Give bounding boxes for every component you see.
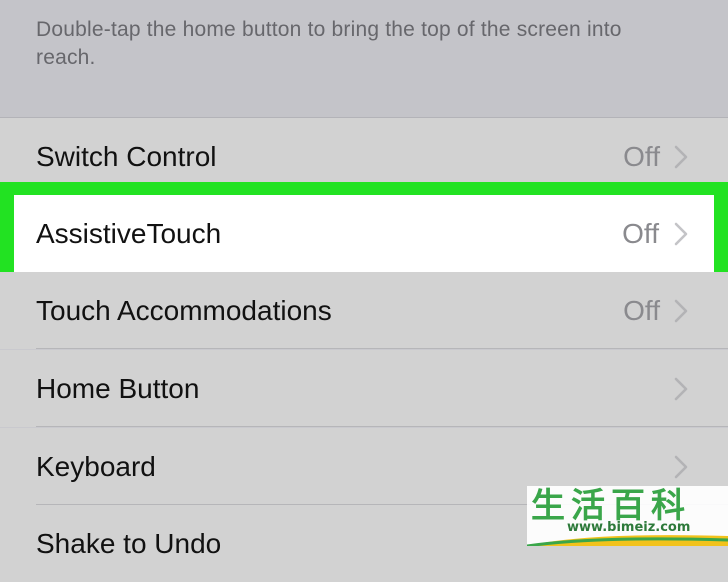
row-divider bbox=[36, 426, 728, 427]
settings-row-label: Shake to Undo bbox=[36, 528, 222, 559]
reachability-footer-text: Double-tap the home button to bring the … bbox=[36, 18, 622, 69]
watermark-swoosh-icon bbox=[527, 535, 728, 546]
chevron-right-icon bbox=[674, 145, 688, 169]
chevron-right-icon bbox=[674, 222, 688, 246]
reachability-footer: Double-tap the home button to bring the … bbox=[0, 0, 728, 118]
watermark-logo: 生活百科 www.bimeiz.com bbox=[527, 486, 728, 546]
settings-row-touch-accommodations[interactable]: Touch Accommodations Off bbox=[0, 272, 728, 349]
chevron-right-icon bbox=[674, 299, 688, 323]
settings-row-home-button[interactable]: Home Button bbox=[0, 350, 728, 427]
settings-row-label: Touch Accommodations bbox=[36, 295, 332, 326]
chevron-right-icon bbox=[674, 377, 688, 401]
settings-row-value: Off bbox=[623, 295, 660, 326]
settings-row-label: Keyboard bbox=[36, 451, 156, 482]
highlight-box: AssistiveTouch Off bbox=[0, 182, 728, 285]
settings-row-label: AssistiveTouch bbox=[36, 218, 222, 249]
settings-row-assistivetouch[interactable]: AssistiveTouch Off bbox=[14, 195, 714, 272]
row-divider bbox=[36, 348, 728, 349]
settings-row-value: Off bbox=[622, 218, 659, 249]
chevron-right-icon bbox=[674, 455, 688, 479]
settings-row-label: Home Button bbox=[36, 373, 200, 404]
